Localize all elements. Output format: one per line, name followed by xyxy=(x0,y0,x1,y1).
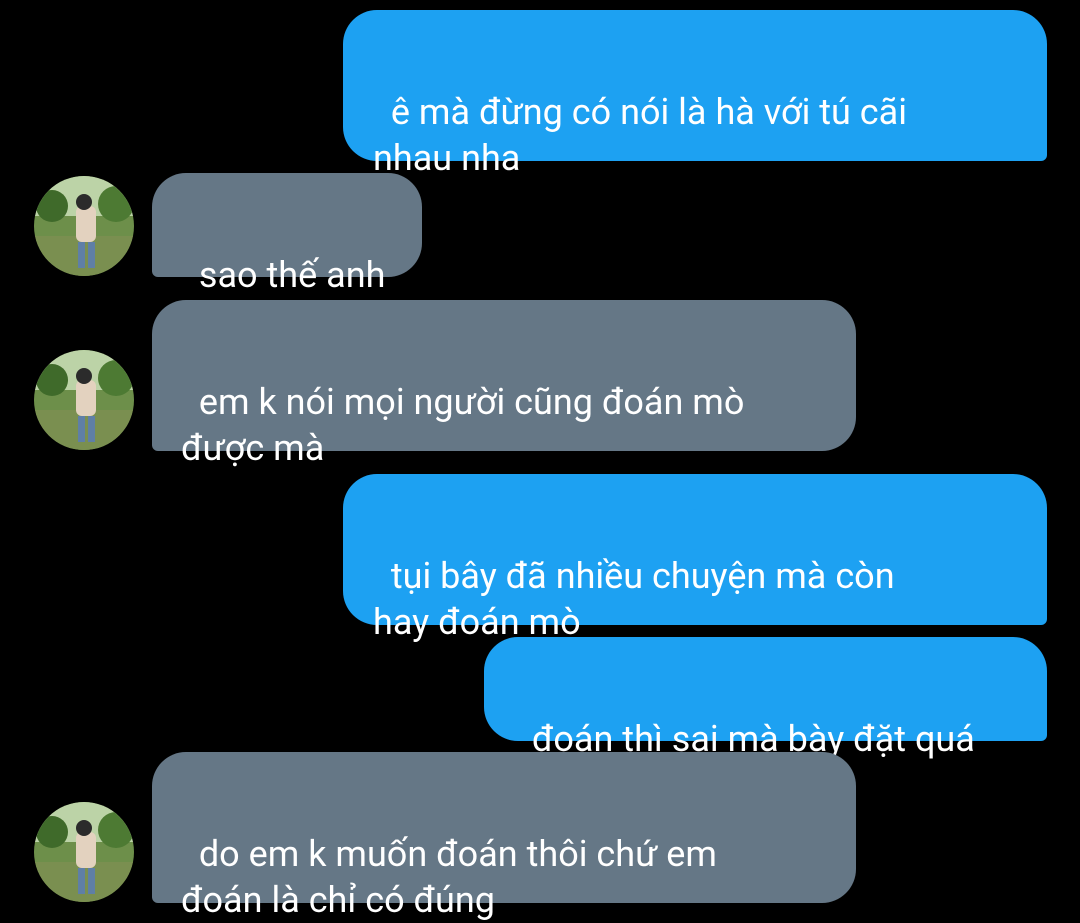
avatar-photo-icon xyxy=(34,802,134,902)
sender-avatar[interactable] xyxy=(34,350,134,450)
message-text: ê mà đừng có nói là hà với tú cãi nhau n… xyxy=(373,91,907,179)
avatar-photo-icon xyxy=(34,350,134,450)
sender-avatar[interactable] xyxy=(34,802,134,902)
message-bubble-outgoing[interactable]: ê mà đừng có nói là hà với tú cãi nhau n… xyxy=(343,10,1047,179)
message-text: em k nói mọi người cũng đoán mò được mà xyxy=(181,381,745,469)
message-bubble-outgoing[interactable]: đoán thì sai mà bày đặt quá xyxy=(484,637,1047,760)
message-bubble-incoming[interactable]: do em k muốn đoán thôi chứ em đoán là ch… xyxy=(152,752,856,921)
message-bubble-incoming[interactable]: sao thế anh xyxy=(152,173,422,296)
avatar-photo-icon xyxy=(34,176,134,276)
message-text: tụi bây đã nhiều chuyện mà còn hay đoán … xyxy=(373,555,895,643)
message-bubble-outgoing[interactable]: tụi bây đã nhiều chuyện mà còn hay đoán … xyxy=(343,474,1047,643)
message-text: do em k muốn đoán thôi chứ em đoán là ch… xyxy=(181,833,717,921)
sender-avatar[interactable] xyxy=(34,176,134,276)
message-text: sao thế anh xyxy=(198,254,386,296)
message-bubble-incoming[interactable]: em k nói mọi người cũng đoán mò được mà xyxy=(152,300,856,469)
